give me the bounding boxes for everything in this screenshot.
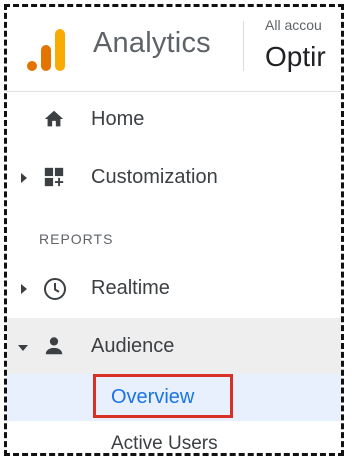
nav-item-audience[interactable]: Audience [7,318,341,374]
nav-item-label: Home [91,108,145,130]
nav-item-realtime[interactable]: Realtime [7,260,341,316]
nav-item-label: Realtime [91,277,170,299]
nav-item-customization[interactable]: Customization [7,149,341,205]
header-divider [243,21,244,71]
nav-subitem-overview[interactable]: Overview [7,374,341,421]
clock-icon [43,277,66,300]
nav-item-label: Audience [91,335,175,357]
property-selector[interactable]: Optir [265,41,326,73]
nav-subitem-active-users[interactable]: Active Users [7,421,341,454]
nav-item-home[interactable]: Home [7,91,341,147]
nav-item-label: Customization [91,166,218,188]
analytics-logo-icon[interactable] [27,25,67,71]
app-header: Analytics All accou Optir [7,7,341,92]
account-breadcrumb[interactable]: All accou [265,17,322,33]
expand-arrow-icon[interactable] [21,173,27,183]
expand-arrow-icon[interactable] [21,284,27,294]
home-icon [43,108,65,130]
collapse-arrow-icon[interactable] [18,345,28,351]
person-icon [43,335,65,357]
dashboard-plus-icon [43,166,65,188]
reports-section-header: REPORTS [39,231,114,247]
nav-subitem-label: Active Users [111,433,218,454]
nav-subitem-label: Overview [111,386,195,408]
analytics-sidebar-frame: Analytics All accou Optir Home Customiza… [4,4,344,456]
app-title: Analytics [93,27,211,59]
